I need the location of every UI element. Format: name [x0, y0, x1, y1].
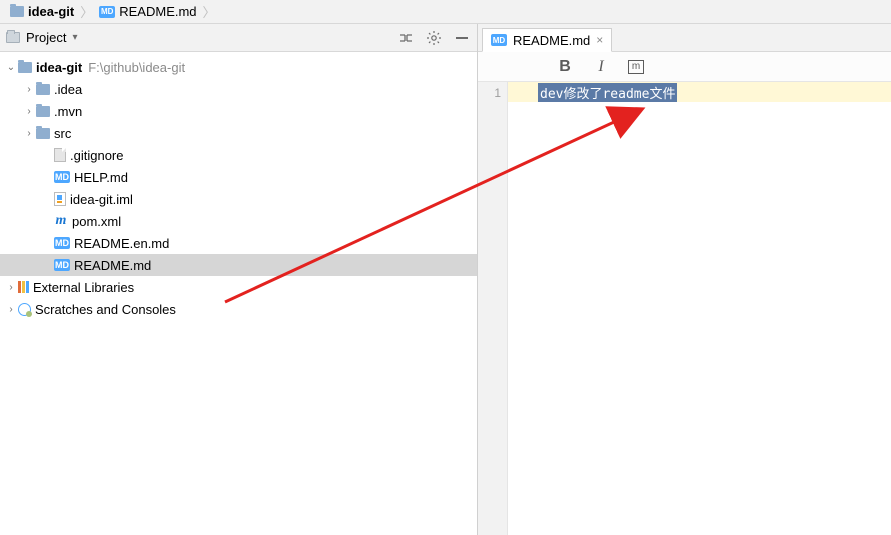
- editor[interactable]: 1 dev修改了readme文件: [478, 82, 891, 535]
- tree-item-label: Scratches and Consoles: [31, 302, 176, 317]
- maven-icon: m: [54, 214, 68, 228]
- editor-area: MD README.md × B I m 1 dev修改了readme文件: [478, 24, 891, 535]
- tree-item-label: .gitignore: [66, 148, 123, 163]
- module-icon: [18, 62, 32, 73]
- project-pane-header: Project ▾: [0, 24, 477, 52]
- tree-item-label: .mvn: [50, 104, 82, 119]
- tab-label: README.md: [513, 33, 590, 48]
- tree-file-readme-en[interactable]: · MD README.en.md: [0, 232, 477, 254]
- tree-external-libraries[interactable]: › External Libraries: [0, 276, 477, 298]
- folder-icon: [36, 84, 50, 95]
- project-tree[interactable]: ⌄ idea-git F:\github\idea-git › .idea › …: [0, 52, 477, 535]
- chevron-down-icon[interactable]: ⌄: [4, 62, 18, 73]
- tree-item-label: External Libraries: [29, 280, 134, 295]
- markdown-icon: MD: [54, 237, 70, 249]
- tree-root[interactable]: ⌄ idea-git F:\github\idea-git: [0, 56, 477, 78]
- select-opened-file-icon[interactable]: [397, 29, 415, 47]
- tree-item-label: pom.xml: [68, 214, 121, 229]
- markdown-icon: MD: [54, 171, 70, 183]
- breadcrumb-project[interactable]: idea-git: [6, 4, 78, 19]
- breadcrumb: idea-git 〉 MD README.md 〉: [0, 0, 891, 24]
- tree-scratches[interactable]: › Scratches and Consoles: [0, 298, 477, 320]
- code-span-button[interactable]: m: [628, 60, 644, 74]
- folder-icon: [10, 6, 24, 17]
- chevron-right-icon[interactable]: ›: [22, 106, 36, 117]
- chevron-right-icon[interactable]: ›: [22, 84, 36, 95]
- tree-root-path: F:\github\idea-git: [82, 60, 185, 75]
- tree-item-label: HELP.md: [70, 170, 128, 185]
- markdown-icon: MD: [54, 259, 70, 271]
- bold-button[interactable]: B: [556, 58, 574, 76]
- gear-icon[interactable]: [425, 29, 443, 47]
- tree-item-label: README.md: [70, 258, 151, 273]
- tree-file-gitignore[interactable]: · .gitignore: [0, 144, 477, 166]
- scratches-icon: [18, 303, 31, 316]
- chevron-right-icon[interactable]: ›: [4, 282, 18, 293]
- breadcrumb-separator: 〉: [78, 2, 95, 21]
- tree-folder-src[interactable]: › src: [0, 122, 477, 144]
- editor-content[interactable]: dev修改了readme文件: [508, 82, 891, 535]
- tree-item-label: src: [50, 126, 71, 141]
- italic-button[interactable]: I: [592, 58, 610, 76]
- iml-icon: [54, 192, 66, 206]
- hide-icon[interactable]: [453, 29, 471, 47]
- tree-folder-mvn[interactable]: › .mvn: [0, 100, 477, 122]
- editor-tab-readme[interactable]: MD README.md ×: [482, 28, 612, 52]
- tree-file-pom[interactable]: · m pom.xml: [0, 210, 477, 232]
- tree-root-label: idea-git: [32, 60, 82, 75]
- breadcrumb-separator: 〉: [201, 2, 218, 21]
- editor-line-1[interactable]: dev修改了readme文件: [508, 82, 891, 102]
- tree-folder-idea[interactable]: › .idea: [0, 78, 477, 100]
- breadcrumb-file-label: README.md: [119, 4, 196, 19]
- tree-item-label: .idea: [50, 82, 82, 97]
- editor-gutter: 1: [478, 82, 508, 535]
- tree-item-label: idea-git.iml: [66, 192, 133, 207]
- external-libraries-icon: [18, 281, 29, 293]
- breadcrumb-file[interactable]: MD README.md: [95, 4, 200, 19]
- breadcrumb-project-label: idea-git: [28, 4, 74, 19]
- tree-item-label: README.en.md: [70, 236, 169, 251]
- selected-text: dev修改了readme文件: [538, 83, 677, 102]
- chevron-right-icon[interactable]: ›: [4, 304, 18, 315]
- editor-tabs: MD README.md ×: [478, 24, 891, 52]
- folder-icon: [36, 106, 50, 117]
- file-icon: [54, 148, 66, 162]
- markdown-icon: MD: [99, 6, 115, 18]
- tree-file-iml[interactable]: · idea-git.iml: [0, 188, 477, 210]
- markdown-icon: MD: [491, 34, 507, 46]
- folder-icon: [36, 128, 50, 139]
- line-number: 1: [478, 86, 501, 100]
- project-pane-title[interactable]: Project: [26, 30, 66, 45]
- chevron-right-icon[interactable]: ›: [22, 128, 36, 139]
- chevron-down-icon[interactable]: ▾: [72, 32, 77, 43]
- project-tool-window: Project ▾ ⌄ idea-git F:\: [0, 24, 478, 535]
- close-icon[interactable]: ×: [596, 33, 603, 47]
- tree-file-help[interactable]: · MD HELP.md: [0, 166, 477, 188]
- markdown-toolbar: B I m: [478, 52, 891, 82]
- project-view-icon: [6, 32, 20, 43]
- tree-file-readme[interactable]: · MD README.md: [0, 254, 477, 276]
